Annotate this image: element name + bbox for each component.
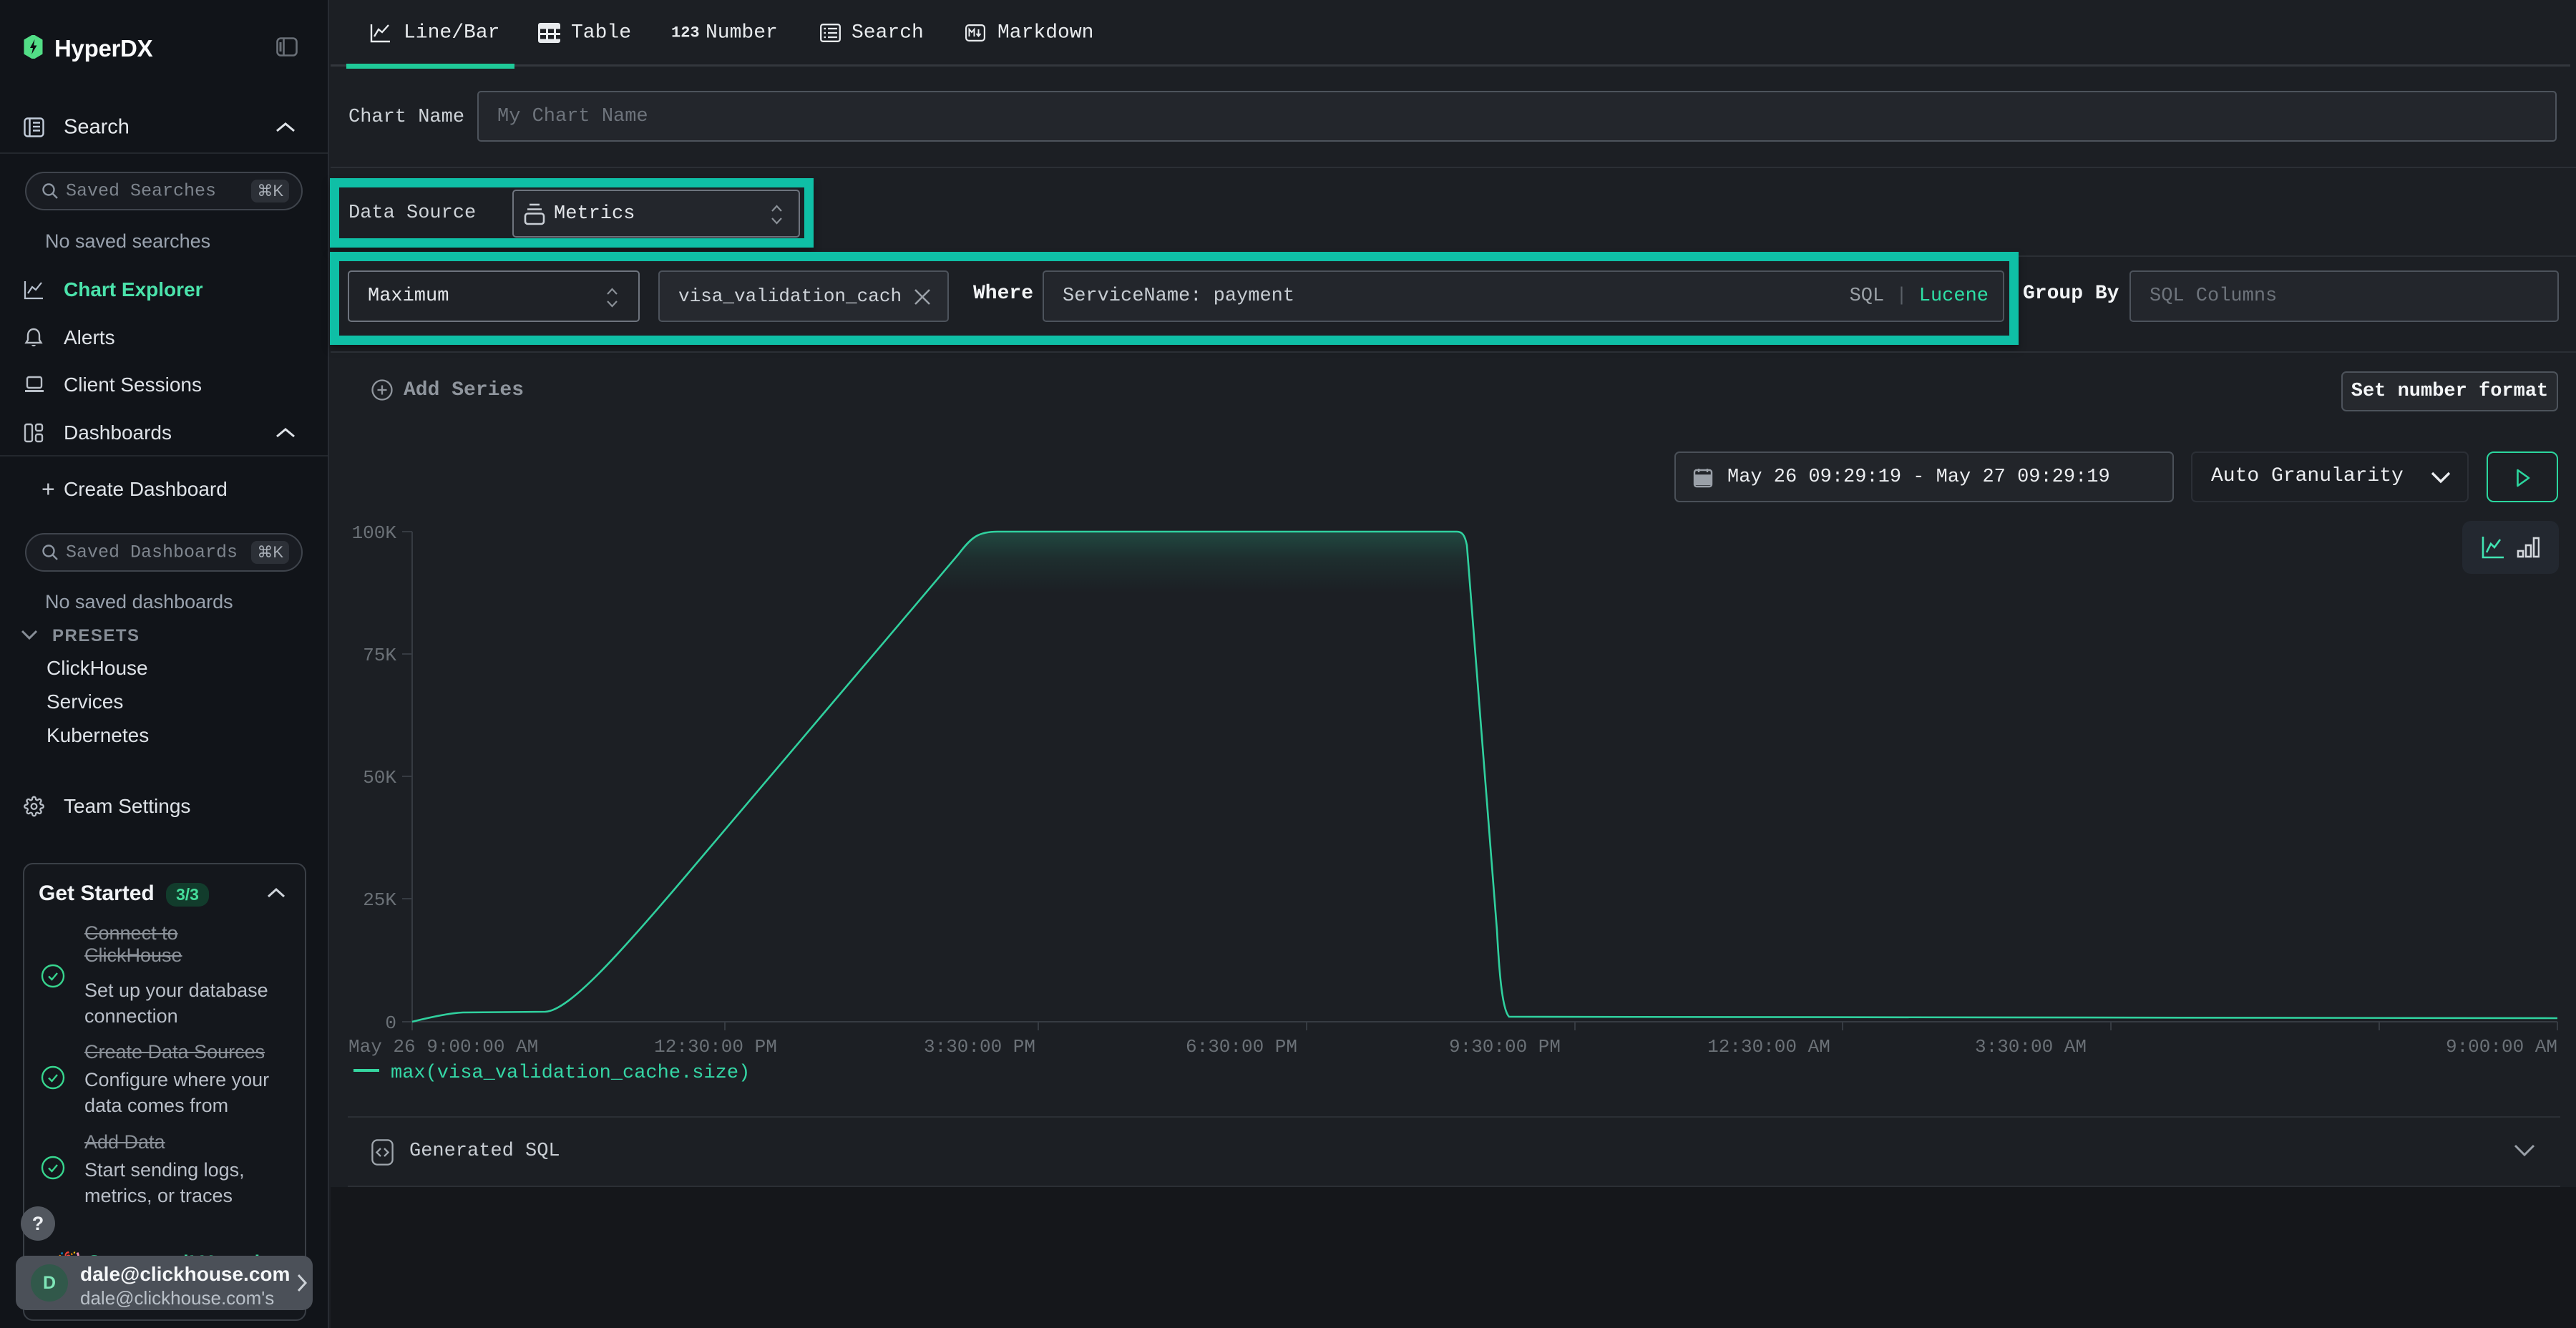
svg-text:12:30:00 AM: 12:30:00 AM [1707, 1036, 1830, 1058]
svg-text:9:30:00 PM: 9:30:00 PM [1449, 1036, 1561, 1058]
svg-text:100K: 100K [352, 522, 397, 544]
svg-text:6:30:00 PM: 6:30:00 PM [1186, 1036, 1297, 1058]
svg-text:0: 0 [385, 1012, 396, 1034]
svg-text:max(visa_validation_cache.size: max(visa_validation_cache.size) [391, 1063, 750, 1084]
svg-text:May 26 9:00:00 AM: May 26 9:00:00 AM [348, 1036, 538, 1058]
svg-text:3:30:00 PM: 3:30:00 PM [924, 1036, 1035, 1058]
svg-text:12:30:00 PM: 12:30:00 PM [654, 1036, 777, 1058]
svg-text:75K: 75K [363, 645, 396, 666]
svg-text:50K: 50K [363, 767, 396, 788]
svg-text:9:00:00 AM: 9:00:00 AM [2446, 1036, 2557, 1058]
svg-text:25K: 25K [363, 889, 396, 911]
svg-text:3:30:00 AM: 3:30:00 AM [1975, 1036, 2087, 1058]
